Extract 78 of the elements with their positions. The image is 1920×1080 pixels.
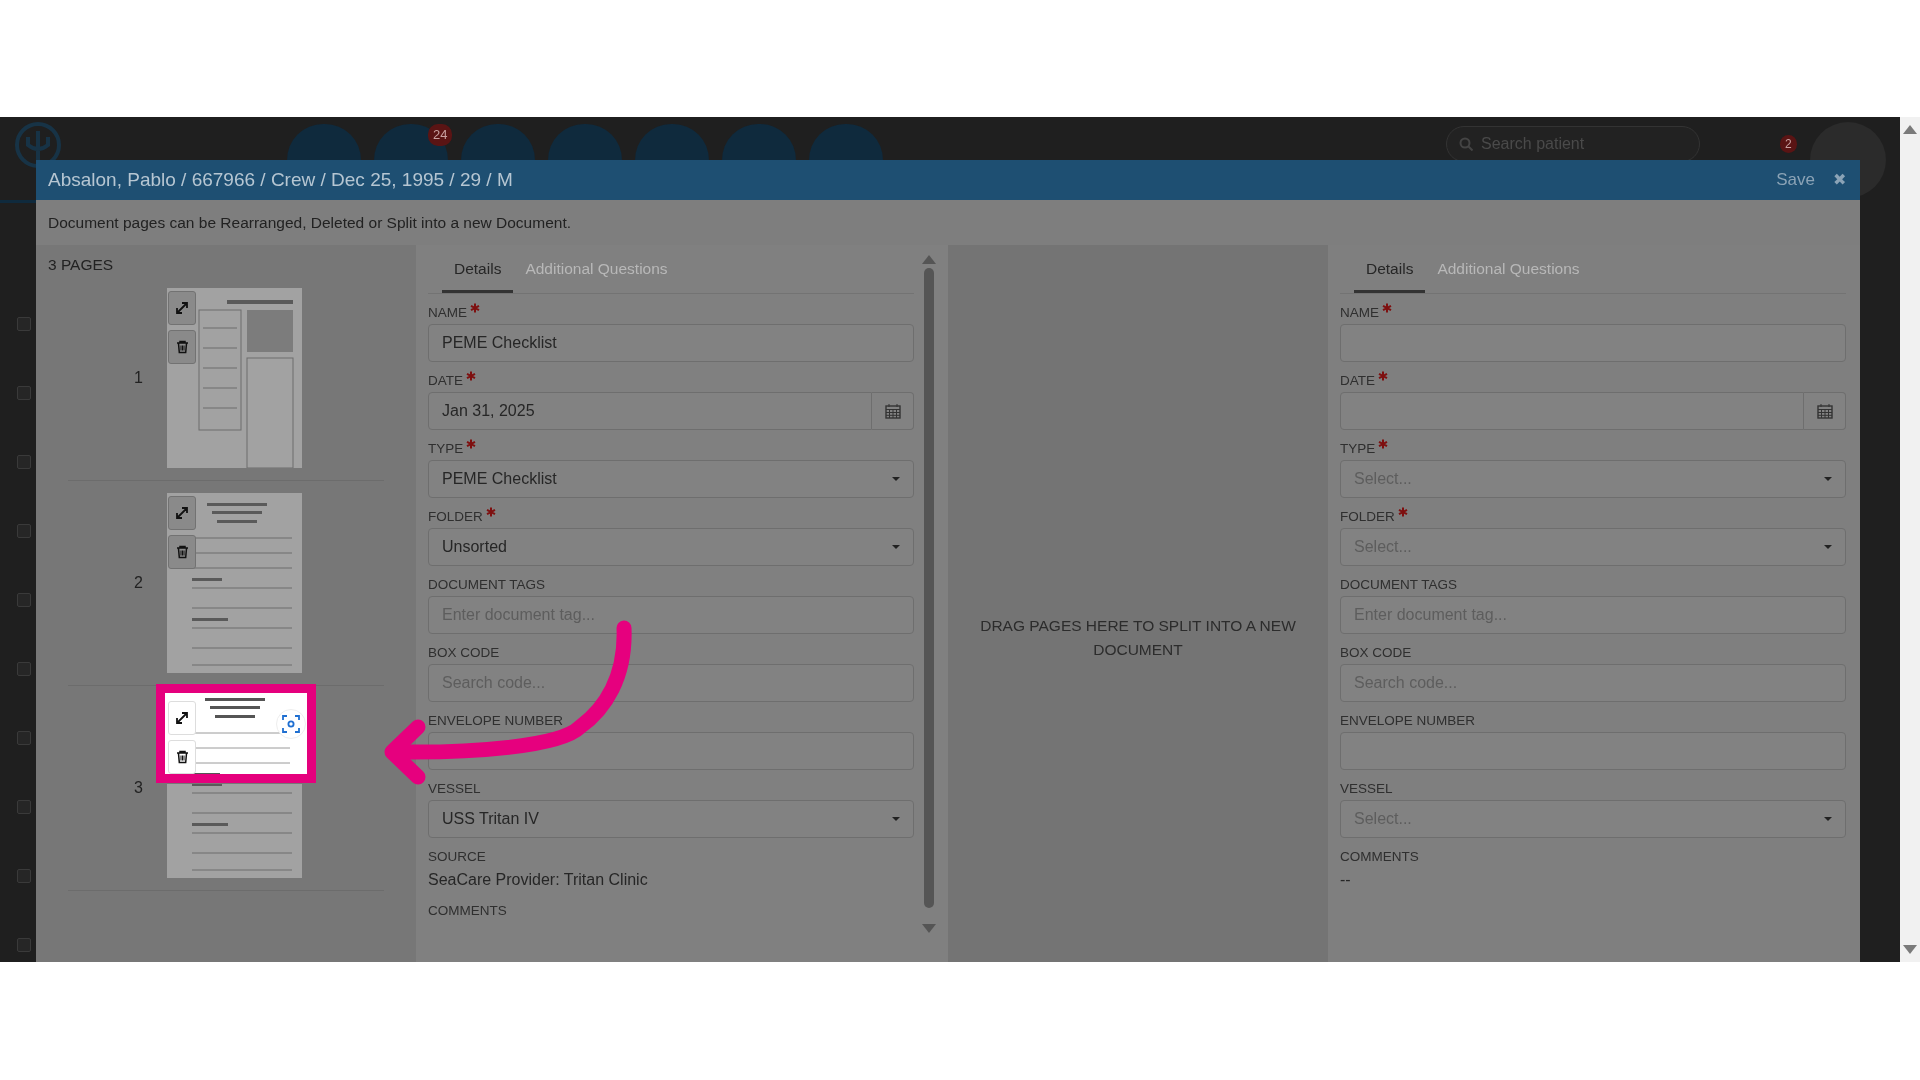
field-label: ENVELOPE NUMBER <box>1340 712 1476 731</box>
checkbox[interactable] <box>17 455 31 469</box>
calendar-button[interactable] <box>1804 392 1846 431</box>
tab[interactable]: Additional Questions <box>1425 245 1592 294</box>
caret-icon <box>1824 477 1832 482</box>
input-field[interactable]: PEME Checklist <box>428 324 914 363</box>
delete-button[interactable] <box>168 535 196 570</box>
trident-logo-icon <box>14 121 62 169</box>
calendar-icon <box>884 403 901 420</box>
field-label: VESSEL <box>1340 780 1393 799</box>
field-label: BOX CODE <box>428 644 500 663</box>
page-number: 1 <box>133 368 144 389</box>
caret-icon <box>1824 817 1832 822</box>
date-field[interactable]: Jan 31, 2025 <box>428 392 872 431</box>
checkbox[interactable] <box>17 524 31 538</box>
caret-icon <box>1824 545 1832 550</box>
calendar-icon <box>1816 403 1833 420</box>
field-label: FOLDER <box>1340 508 1395 527</box>
close-button[interactable]: ✖ <box>1823 168 1848 192</box>
dropdown[interactable]: USS Tritan IV <box>428 800 914 839</box>
checkbox[interactable] <box>17 386 31 400</box>
field-label: NAME <box>1340 304 1379 323</box>
save-button[interactable]: Save <box>1768 167 1823 193</box>
page-number: 3 <box>133 778 144 799</box>
expand-icon <box>175 301 189 316</box>
field-label: TYPE <box>1340 440 1376 459</box>
tab[interactable]: Details <box>442 245 514 294</box>
notification-badge: 2 <box>1780 135 1797 153</box>
search-icon <box>1459 137 1473 151</box>
tab[interactable]: Additional Questions <box>513 245 680 294</box>
field-label: TYPE <box>428 440 464 459</box>
caret-icon <box>892 477 900 482</box>
field-label: COMMENTS <box>428 902 507 921</box>
field-label: FOLDER <box>428 508 483 527</box>
checkbox[interactable] <box>17 869 31 883</box>
instruction-text: Document pages can be Rearranged, Deleted or Split into a new Document. <box>48 212 571 233</box>
field-label: SOURCE <box>428 848 486 867</box>
field-label: DOCUMENT TAGS <box>1340 576 1457 595</box>
field-label: COMMENTS <box>1340 848 1419 867</box>
checkbox[interactable] <box>17 317 31 331</box>
expand-button[interactable] <box>168 496 196 531</box>
tab[interactable]: Details <box>1354 245 1426 294</box>
field-label: VESSEL <box>428 780 481 799</box>
field-label: DATE <box>1340 372 1375 391</box>
page-count: 3 PAGES <box>48 255 115 275</box>
dropdown[interactable]: Unsorted <box>428 528 914 567</box>
trash-icon <box>175 340 189 355</box>
field-label: DOCUMENT TAGS <box>428 576 545 595</box>
checkbox[interactable] <box>17 800 31 814</box>
trash-icon <box>175 545 189 560</box>
expand-button[interactable] <box>168 291 196 326</box>
checkbox[interactable] <box>17 731 31 745</box>
field-value: SeaCare Provider: Tritan Clinic <box>428 870 649 891</box>
expand-icon <box>175 506 189 521</box>
caret-icon <box>892 817 900 822</box>
checkbox[interactable] <box>17 938 31 952</box>
trash-icon <box>175 750 189 765</box>
page-number: 2 <box>133 573 144 594</box>
checkbox[interactable] <box>17 662 31 676</box>
scroll-down-arrow[interactable] <box>922 924 936 933</box>
scrollbar-thumb[interactable] <box>924 268 934 908</box>
field-label: ENVELOPE NUMBER <box>428 712 564 731</box>
field-label: BOX CODE <box>1340 644 1412 663</box>
dropdown[interactable]: PEME Checklist <box>428 460 914 499</box>
field-label: DATE <box>428 372 463 391</box>
modal-title: Absalon, Pablo / 667966 / Crew / Dec 25, 1995 / 29 / M <box>48 167 514 192</box>
delete-button[interactable] <box>168 330 196 365</box>
field-value: -- <box>1340 870 1352 891</box>
scan-icon <box>282 715 300 734</box>
field-label: NAME <box>428 304 467 323</box>
notification-badge: 24 <box>428 124 453 146</box>
calendar-button[interactable] <box>872 392 914 431</box>
checkbox[interactable] <box>17 593 31 607</box>
caret-icon <box>892 545 900 550</box>
drop-zone-text: DRAG PAGES HERE TO SPLIT INTO A NEW DOCUMENT <box>979 616 1297 660</box>
nav-button[interactable] <box>374 124 448 160</box>
scroll-up-arrow[interactable] <box>1903 125 1917 134</box>
expand-icon <box>175 711 189 726</box>
